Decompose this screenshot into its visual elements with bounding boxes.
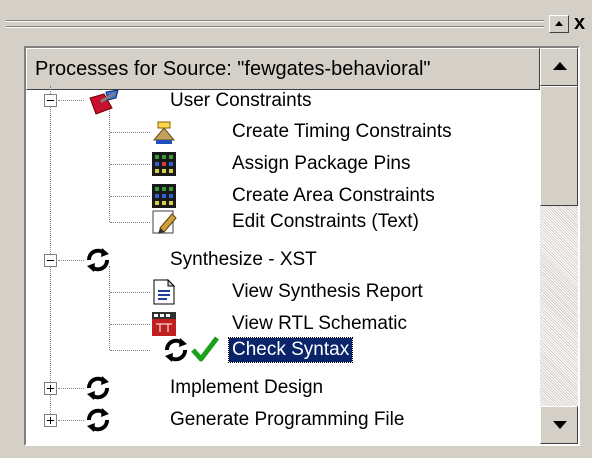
tree-line [58,420,84,421]
tree-item-view-synthesis-report[interactable]: View Synthesis Report [232,280,423,304]
tree-line [110,324,150,325]
tree-item-edit-constraints-text[interactable]: Edit Constraints (Text) [232,210,419,234]
scroll-up-button[interactable] [540,48,578,86]
tree-line [58,388,84,389]
tree-item-view-rtl-schematic[interactable]: View RTL Schematic [232,312,407,336]
tree-line [50,86,51,420]
tree-line [58,100,84,101]
processes-header: Processes for Source: "fewgates-behavior… [26,48,540,90]
run-process-icon [87,408,109,432]
tree-line [110,164,150,165]
tree-line [110,292,150,293]
area-constraints-icon [152,184,176,208]
grip-line[interactable] [6,20,544,22]
package-pins-icon [152,152,176,176]
vertical-scrollbar[interactable] [540,48,578,444]
tree-item-create-area-constraints[interactable]: Create Area Constraints [232,184,435,208]
schematic-icon [152,312,176,336]
tree-item-generate-programming-file[interactable]: Generate Programming File [170,408,404,432]
run-process-icon [87,376,109,400]
tree-item-implement-design[interactable]: Implement Design [170,376,323,400]
tree-item-user-constraints[interactable]: User Constraints [170,89,312,113]
float-panel-button[interactable] [549,15,569,33]
tree-line [109,266,110,350]
close-panel-button[interactable]: x [574,13,585,33]
expand-generate-programming-file[interactable] [44,414,57,427]
collapse-synthesize[interactable] [44,254,57,267]
collapse-user-constraints[interactable] [44,94,57,107]
tree-line [110,350,150,351]
tree-line [58,260,84,261]
timing-constraints-icon [152,121,176,144]
scroll-thumb[interactable] [540,86,578,206]
report-document-icon [153,278,176,305]
processes-panel: Processes for Source: "fewgates-behavior… [24,46,580,446]
tree-line [110,222,150,223]
tree-item-assign-package-pins[interactable]: Assign Package Pins [232,152,411,176]
check-syntax-icon [191,336,219,362]
process-tree: User Constraints Create Timing Constrain… [26,86,540,444]
edit-text-icon [152,210,177,234]
tree-item-check-syntax[interactable]: Check Syntax [227,337,354,363]
grip-line[interactable] [6,26,544,28]
run-process-icon [87,248,109,272]
wrench-tools-icon [89,89,119,115]
panel-title-bar: x [0,0,592,44]
tree-item-create-timing-constraints[interactable]: Create Timing Constraints [232,120,452,144]
expand-implement-design[interactable] [44,382,57,395]
tree-line [110,196,150,197]
scroll-down-button[interactable] [540,406,578,444]
run-process-icon [165,338,187,362]
tree-item-synthesize-xst[interactable]: Synthesize - XST [170,248,317,272]
tree-line [110,132,150,133]
